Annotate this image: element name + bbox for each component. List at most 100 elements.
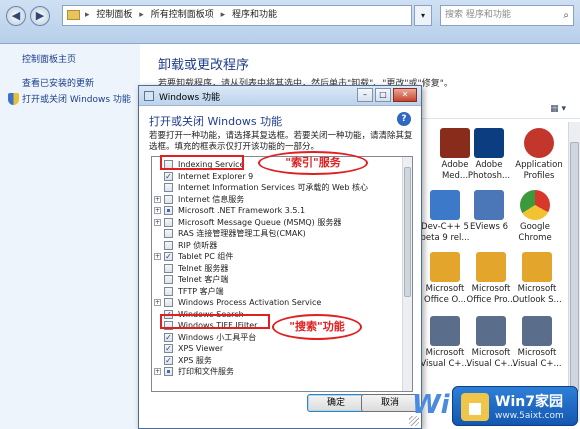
feature-label: Microsoft Message Queue (MSMQ) 服务器 xyxy=(178,217,342,227)
expand-icon[interactable]: + xyxy=(154,299,161,306)
installer-icon xyxy=(476,316,506,346)
feature-checkbox[interactable] xyxy=(164,217,173,227)
indexing-highlight-box xyxy=(160,155,244,170)
feature-row[interactable]: ✓ XPS 服务 xyxy=(152,355,402,367)
address-dropdown-button[interactable]: ▾ xyxy=(414,5,432,26)
office-icon xyxy=(430,252,460,282)
feature-row[interactable]: + Microsoft Message Queue (MSMQ) 服务器 xyxy=(152,217,402,229)
feature-tree[interactable]: Indexing Service ✓ Internet Explorer 9 Inte… xyxy=(151,156,413,392)
forward-button[interactable]: ▶ xyxy=(30,6,50,26)
feature-checkbox[interactable] xyxy=(164,206,173,215)
address-bar[interactable]: ▸ 控制面板 ▸ 所有控制面板项 ▸ 程序和功能 xyxy=(62,5,412,26)
feature-checkbox[interactable] xyxy=(164,183,173,192)
house-logo-icon xyxy=(461,393,489,421)
application-profiles-icon xyxy=(524,128,554,158)
feature-row[interactable]: Telnet 服务器 xyxy=(152,263,402,275)
programs-scrollbar[interactable] xyxy=(568,122,580,422)
feature-row[interactable]: Telnet 客户端 xyxy=(152,274,402,286)
control-panel-home-link[interactable]: 控制面板主页 xyxy=(22,52,76,65)
turn-windows-features-link[interactable]: 打开或关闭 Windows 功能 xyxy=(22,92,131,105)
site-watermark: Wi Win7家园 www.5aixt.com xyxy=(412,384,580,429)
feature-label: Telnet 客户端 xyxy=(178,275,229,284)
feature-label: RIP 侦听器 xyxy=(178,240,218,250)
annotation-search: "搜索"功能 xyxy=(272,314,362,340)
feature-label: Windows Process Activation Service xyxy=(178,298,322,307)
feature-label: 打印和文件服务 xyxy=(178,367,234,376)
annotation-indexing: "索引"服务 xyxy=(258,151,368,175)
feature-label: XPS 服务 xyxy=(178,355,212,365)
feature-row[interactable]: + Microsoft .NET Framework 3.5.1 xyxy=(152,205,402,217)
feature-tree-scrollbar-thumb[interactable] xyxy=(404,167,411,297)
watermark-title: Win7家园 xyxy=(495,394,563,410)
view-installed-updates-link[interactable]: 查看已安装的更新 xyxy=(22,76,94,89)
feature-checkbox[interactable] xyxy=(164,240,173,250)
search-highlight-box xyxy=(160,314,270,329)
feature-checkbox[interactable]: ✓ xyxy=(164,332,173,342)
app-item[interactable]: Adobe Photosh... xyxy=(462,128,516,182)
feature-label: Telnet 服务器 xyxy=(178,263,229,273)
feature-label: XPS Viewer xyxy=(178,344,224,353)
app-item[interactable]: Application Profiles xyxy=(512,128,566,182)
expand-icon[interactable]: + xyxy=(154,207,161,214)
feature-checkbox[interactable] xyxy=(164,263,173,273)
breadcrumb-all-items[interactable]: 所有控制面板项 xyxy=(151,10,214,20)
back-button[interactable]: ◀ xyxy=(6,6,26,26)
maximize-button[interactable]: □ xyxy=(375,88,391,102)
feature-label: Internet 信息服务 xyxy=(178,194,245,204)
breadcrumb-control-panel[interactable]: 控制面板 xyxy=(96,10,132,20)
app-item[interactable]: Microsoft Outlook S... xyxy=(510,252,564,306)
feature-row[interactable]: ✓ XPS Viewer xyxy=(152,343,402,355)
windows-features-dialog: Windows 功能 – □ ✕ 打开或关闭 Windows 功能 ? 若要打开… xyxy=(138,85,422,429)
feature-row[interactable]: + Internet 信息服务 xyxy=(152,194,402,206)
feature-checkbox[interactable]: ✓ xyxy=(164,344,173,353)
installer-icon xyxy=(522,316,552,346)
watermark-url: www.5aixt.com xyxy=(495,411,564,421)
feature-checkbox[interactable] xyxy=(164,367,173,376)
feature-checkbox[interactable] xyxy=(164,275,173,284)
feature-label: Tablet PC 组件 xyxy=(178,252,234,261)
expand-icon[interactable]: + xyxy=(154,195,161,203)
close-button[interactable]: ✕ xyxy=(393,88,417,102)
expand-icon[interactable]: + xyxy=(154,218,161,226)
feature-row[interactable]: TFTP 客户端 xyxy=(152,286,402,298)
uac-shield-icon xyxy=(8,93,19,105)
feature-checkbox[interactable]: ✓ xyxy=(164,355,173,365)
help-icon[interactable]: ? xyxy=(397,112,411,126)
feature-row[interactable]: RIP 侦听器 xyxy=(152,240,402,252)
feature-checkbox[interactable] xyxy=(164,286,173,296)
feature-checkbox[interactable]: ✓ xyxy=(164,252,173,261)
app-item[interactable]: Google Chrome xyxy=(508,190,562,244)
ok-button[interactable]: 确定 xyxy=(307,394,365,412)
watermark-big-text: Wi xyxy=(412,390,450,420)
feature-tree-scrollbar[interactable] xyxy=(402,157,412,391)
office-icon xyxy=(522,252,552,282)
breadcrumb-programs-features[interactable]: 程序和功能 xyxy=(232,10,277,20)
feature-row[interactable]: + Windows Process Activation Service xyxy=(152,297,402,309)
feature-label: RAS 连接管理器管理工具包(CMAK) xyxy=(178,229,306,238)
dialog-titlebar[interactable]: Windows 功能 – □ ✕ xyxy=(139,86,421,106)
feature-row[interactable]: + ✓ Tablet PC 组件 xyxy=(152,251,402,263)
search-box[interactable]: 搜索 程序和功能 ⌕ xyxy=(440,5,574,26)
view-options-icon[interactable]: ▦ ▾ xyxy=(550,104,566,114)
feature-row[interactable]: RAS 连接管理器管理工具包(CMAK) xyxy=(152,228,402,240)
feature-label: TFTP 客户端 xyxy=(178,286,224,296)
feature-checkbox[interactable]: ✓ xyxy=(164,171,173,181)
dev-cpp-icon xyxy=(430,190,460,220)
programs-scrollbar-thumb[interactable] xyxy=(570,142,579,392)
photoshop-icon xyxy=(474,128,504,158)
feature-row[interactable]: + 打印和文件服务 xyxy=(152,366,402,378)
feature-checkbox[interactable] xyxy=(164,194,173,204)
feature-checkbox[interactable] xyxy=(164,229,173,238)
control-panel-folder-icon xyxy=(67,10,80,20)
expand-icon[interactable]: + xyxy=(154,253,161,260)
dialog-title: Windows 功能 xyxy=(159,93,221,103)
app-item[interactable]: Microsoft Visual C+... xyxy=(510,316,564,370)
view-toolbar: ▦ ▾ xyxy=(420,101,580,119)
page-title: 卸载或更改程序 xyxy=(158,58,250,73)
search-icon[interactable]: ⌕ xyxy=(563,6,569,25)
feature-checkbox[interactable] xyxy=(164,298,173,307)
expand-icon[interactable]: + xyxy=(154,368,161,375)
cancel-button[interactable]: 取消 xyxy=(361,394,419,412)
minimize-button[interactable]: – xyxy=(357,88,373,102)
feature-row[interactable]: Internet Information Services 可承载的 Web 核… xyxy=(152,182,402,194)
